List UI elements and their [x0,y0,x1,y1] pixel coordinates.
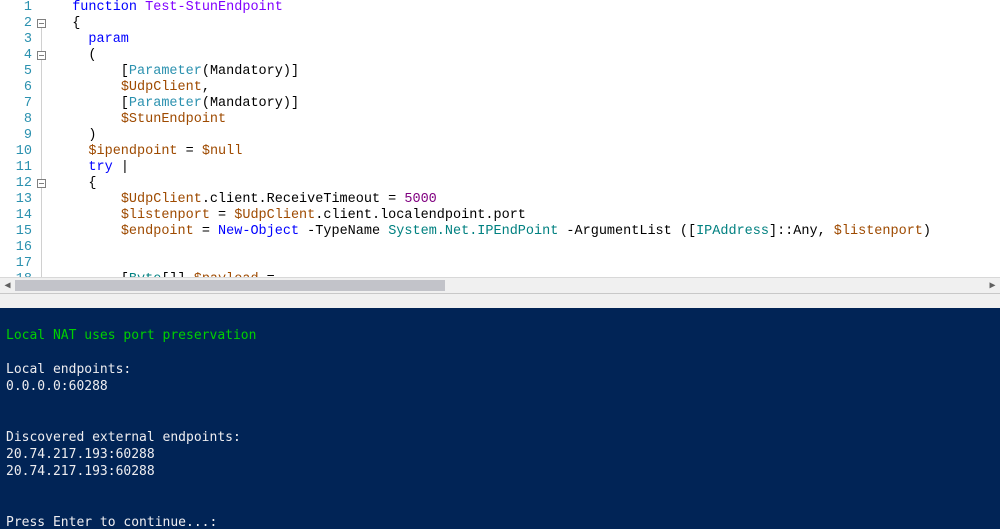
line-number: 7 [0,96,36,112]
line-number: 6 [0,80,36,96]
line-number: 4 [0,48,36,64]
fold-guide-line [41,24,42,284]
fold-toggle-icon[interactable] [37,179,46,188]
line-number: 15 [0,224,36,240]
code-line[interactable]: ( [56,48,931,64]
code-line[interactable]: $StunEndpoint [56,112,931,128]
code-line[interactable]: [Parameter(Mandatory)] [56,64,931,80]
code-line[interactable]: $ipendpoint = $null [56,144,931,160]
terminal-external-label: Discovered external endpoints: [6,430,241,445]
scroll-thumb[interactable] [15,280,445,291]
fold-toggle-icon[interactable] [37,19,46,28]
terminal-press-enter: Press Enter to continue...: [6,515,217,529]
line-number: 10 [0,144,36,160]
code-line[interactable]: $UdpClient.client.ReceiveTimeout = 5000 [56,192,931,208]
scroll-right-button[interactable]: ▶ [985,278,1000,293]
terminal-external-endpoint-1: 20.74.217.193:60288 [6,447,155,462]
editor-horizontal-scrollbar[interactable]: ◀ ▶ [0,277,1000,293]
code-line[interactable]: $listenport = $UdpClient.client.localend… [56,208,931,224]
terminal-local-endpoint: 0.0.0.0:60288 [6,379,108,394]
code-line[interactable] [56,256,931,272]
code-content[interactable]: function Test-StunEndpoint { param ( [Pa… [56,0,931,288]
line-number: 3 [0,32,36,48]
code-line[interactable] [56,240,931,256]
code-line[interactable]: { [56,176,931,192]
code-editor-pane[interactable]: 123456789101112131415161718 function Tes… [0,0,1000,293]
line-number: 2 [0,16,36,32]
line-number-gutter: 123456789101112131415161718 [0,0,36,293]
line-number: 16 [0,240,36,256]
line-number: 9 [0,128,36,144]
fold-toggle-icon[interactable] [37,51,46,60]
terminal-external-endpoint-2: 20.74.217.193:60288 [6,464,155,479]
line-number: 17 [0,256,36,272]
code-line[interactable]: function Test-StunEndpoint [56,0,931,16]
line-number: 14 [0,208,36,224]
line-number: 1 [0,0,36,16]
fold-column[interactable] [36,0,50,293]
scroll-left-button[interactable]: ◀ [0,278,15,293]
code-line[interactable]: ) [56,128,931,144]
line-number: 12 [0,176,36,192]
terminal-local-label: Local endpoints: [6,362,131,377]
terminal-status-line: Local NAT uses port preservation [6,328,256,343]
line-number: 11 [0,160,36,176]
terminal-pane[interactable]: Local NAT uses port preservation Local e… [0,308,1000,529]
code-line[interactable]: param [56,32,931,48]
code-line[interactable]: $UdpClient, [56,80,931,96]
code-line[interactable]: { [56,16,931,32]
code-line[interactable]: try | [56,160,931,176]
code-line[interactable]: [Parameter(Mandatory)] [56,96,931,112]
line-number: 5 [0,64,36,80]
line-number: 8 [0,112,36,128]
line-number: 13 [0,192,36,208]
code-line[interactable]: $endpoint = New-Object -TypeName System.… [56,224,931,240]
